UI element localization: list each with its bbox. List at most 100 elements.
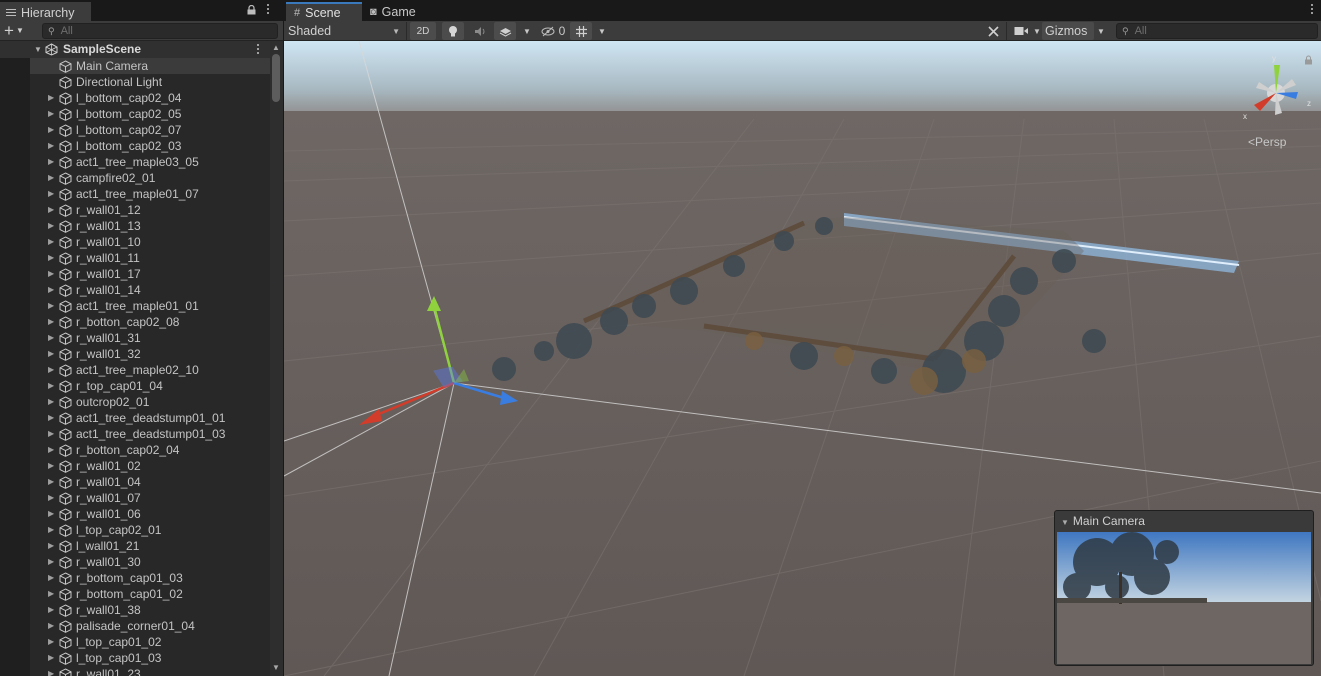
hierarchy-item[interactable]: ▶ l_bottom_cap02_04 (30, 90, 270, 106)
hierarchy-item[interactable]: ▶ r_wall01_06 (30, 506, 270, 522)
effects-toggle[interactable] (494, 22, 516, 40)
hierarchy-item[interactable]: ▶ r_wall01_12 (30, 202, 270, 218)
scene-visibility-toggle[interactable]: 0 (538, 22, 568, 40)
expand-arrow-icon[interactable]: ▶ (48, 173, 54, 182)
hierarchy-item[interactable]: ▶ act1_tree_maple01_07 (30, 186, 270, 202)
grid-dropdown[interactable]: ▼ (595, 22, 609, 40)
draw-mode-dropdown[interactable]: Shaded ▼ (284, 22, 404, 40)
hierarchy-item[interactable]: ▶ palisade_corner01_04 (30, 618, 270, 634)
hierarchy-item[interactable]: ▶ r_wall01_10 (30, 234, 270, 250)
hierarchy-item[interactable]: ▶ l_top_cap01_03 (30, 650, 270, 666)
hierarchy-item[interactable]: ▶ act1_tree_deadstump01_01 (30, 410, 270, 426)
hierarchy-item[interactable]: ▶ l_bottom_cap02_05 (30, 106, 270, 122)
expand-arrow-icon[interactable]: ▶ (48, 669, 54, 676)
hierarchy-item[interactable]: ▶ l_wall01_21 (30, 538, 270, 554)
scene-viewport[interactable]: y z x <Persp ▼ Main Camera (284, 41, 1321, 676)
hierarchy-item[interactable]: ▶ r_bottom_cap01_02 (30, 586, 270, 602)
lock-icon[interactable] (1304, 55, 1313, 65)
expand-arrow-icon[interactable]: ▶ (48, 365, 54, 374)
expand-arrow-icon[interactable]: ▶ (48, 525, 54, 534)
scroll-up-icon[interactable]: ▲ (272, 43, 280, 52)
hierarchy-item[interactable]: ▶ campfire02_01 (30, 170, 270, 186)
hierarchy-item[interactable]: ▶ r_wall01_04 (30, 474, 270, 490)
expand-arrow-icon[interactable]: ▶ (48, 269, 54, 278)
hierarchy-item[interactable]: ▶ outcrop02_01 (30, 394, 270, 410)
expand-arrow-icon[interactable]: ▶ (48, 461, 54, 470)
add-object-button[interactable]: + ▼ (4, 22, 32, 39)
scene-search-input[interactable]: ⚲ All (1116, 23, 1318, 39)
hierarchy-item[interactable]: Directional Light (30, 74, 270, 90)
expand-arrow-icon[interactable]: ▶ (48, 317, 54, 326)
hierarchy-item[interactable]: ▶ act1_tree_deadstump01_03 (30, 426, 270, 442)
effects-dropdown[interactable]: ▼ (520, 22, 534, 40)
expand-arrow-icon[interactable]: ▶ (48, 557, 54, 566)
camera-settings-dropdown[interactable]: ▼ (1032, 22, 1042, 40)
expand-arrow-icon[interactable]: ▶ (48, 109, 54, 118)
expand-arrow-icon[interactable]: ▶ (48, 477, 54, 486)
hierarchy-item[interactable]: ▶ l_top_cap01_02 (30, 634, 270, 650)
collapse-arrow-icon[interactable]: ▼ (1061, 518, 1069, 527)
expand-arrow-icon[interactable]: ▶ (48, 573, 54, 582)
hierarchy-item[interactable]: ▶ l_bottom_cap02_07 (30, 122, 270, 138)
expand-arrow-icon[interactable]: ▶ (48, 445, 54, 454)
expand-arrow-icon[interactable]: ▶ (48, 493, 54, 502)
expand-arrow-icon[interactable]: ▶ (48, 301, 54, 310)
tab-scene[interactable]: # Scene (286, 2, 362, 21)
audio-toggle[interactable] (469, 22, 491, 40)
tab-game[interactable]: ◙ Game (362, 2, 434, 21)
hierarchy-item[interactable]: ▶ r_wall01_31 (30, 330, 270, 346)
hierarchy-item[interactable]: ▶ r_botton_cap02_04 (30, 442, 270, 458)
hierarchy-item[interactable]: ▶ r_wall01_11 (30, 250, 270, 266)
projection-toggle[interactable]: <Persp (1248, 135, 1286, 149)
expand-arrow-icon[interactable]: ▶ (48, 621, 54, 630)
expand-arrow-icon[interactable]: ▶ (48, 589, 54, 598)
expand-arrow-icon[interactable]: ▶ (48, 93, 54, 102)
hierarchy-item[interactable]: ▶ r_wall01_13 (30, 218, 270, 234)
hierarchy-item[interactable]: ▶ r_botton_cap02_08 (30, 314, 270, 330)
camera-settings-button[interactable] (1009, 22, 1033, 40)
expand-arrow-icon[interactable]: ▶ (48, 429, 54, 438)
expand-arrow-icon[interactable]: ▶ (48, 653, 54, 662)
more-options-icon[interactable] (264, 4, 272, 16)
hierarchy-item[interactable]: ▶ l_bottom_cap02_03 (30, 138, 270, 154)
expand-arrow-icon[interactable]: ▶ (48, 349, 54, 358)
hierarchy-item[interactable]: ▶ r_wall01_14 (30, 282, 270, 298)
expand-arrow-icon[interactable]: ▶ (48, 509, 54, 518)
tools-button[interactable] (982, 22, 1004, 40)
mode-2d-button[interactable]: 2D (410, 22, 436, 40)
hierarchy-item[interactable]: ▶ r_wall01_30 (30, 554, 270, 570)
scene-root-row[interactable]: ▼ SampleScene (0, 41, 270, 58)
camera-preview-header[interactable]: ▼ Main Camera (1061, 514, 1145, 528)
hierarchy-scrollbar[interactable]: ▲ ▼ (270, 41, 283, 676)
more-options-icon[interactable] (1308, 4, 1316, 16)
expand-arrow-icon[interactable]: ▶ (48, 141, 54, 150)
expand-arrow-icon[interactable]: ▶ (48, 237, 54, 246)
scroll-down-icon[interactable]: ▼ (272, 663, 280, 672)
hierarchy-item[interactable]: ▶ r_top_cap01_04 (30, 378, 270, 394)
expand-arrow-icon[interactable]: ▶ (48, 381, 54, 390)
hierarchy-item[interactable]: ▶ l_top_cap02_01 (30, 522, 270, 538)
expand-arrow-icon[interactable]: ▼ (34, 45, 42, 54)
hierarchy-item[interactable]: ▶ r_wall01_02 (30, 458, 270, 474)
expand-arrow-icon[interactable]: ▶ (48, 637, 54, 646)
hierarchy-item[interactable]: ▶ act1_tree_maple01_01 (30, 298, 270, 314)
hierarchy-item[interactable]: ▶ r_wall01_23 (30, 666, 270, 676)
expand-arrow-icon[interactable]: ▶ (48, 285, 54, 294)
lighting-toggle[interactable] (442, 22, 464, 40)
expand-arrow-icon[interactable]: ▶ (48, 397, 54, 406)
hierarchy-item[interactable]: ▶ act1_tree_maple03_05 (30, 154, 270, 170)
lock-icon[interactable] (247, 5, 256, 15)
hierarchy-item[interactable]: ▶ act1_tree_maple02_10 (30, 362, 270, 378)
grid-toggle[interactable] (570, 22, 592, 40)
hierarchy-item[interactable]: ▶ r_wall01_07 (30, 490, 270, 506)
expand-arrow-icon[interactable]: ▶ (48, 189, 54, 198)
hierarchy-item[interactable]: ▶ r_wall01_32 (30, 346, 270, 362)
orientation-gizmo[interactable]: y z x (1242, 55, 1317, 125)
expand-arrow-icon[interactable]: ▶ (48, 125, 54, 134)
hierarchy-item[interactable]: Main Camera (30, 58, 270, 74)
scroll-thumb[interactable] (272, 54, 280, 102)
expand-arrow-icon[interactable]: ▶ (48, 253, 54, 262)
expand-arrow-icon[interactable]: ▶ (48, 205, 54, 214)
hierarchy-item[interactable]: ▶ r_wall01_38 (30, 602, 270, 618)
expand-arrow-icon[interactable]: ▶ (48, 413, 54, 422)
